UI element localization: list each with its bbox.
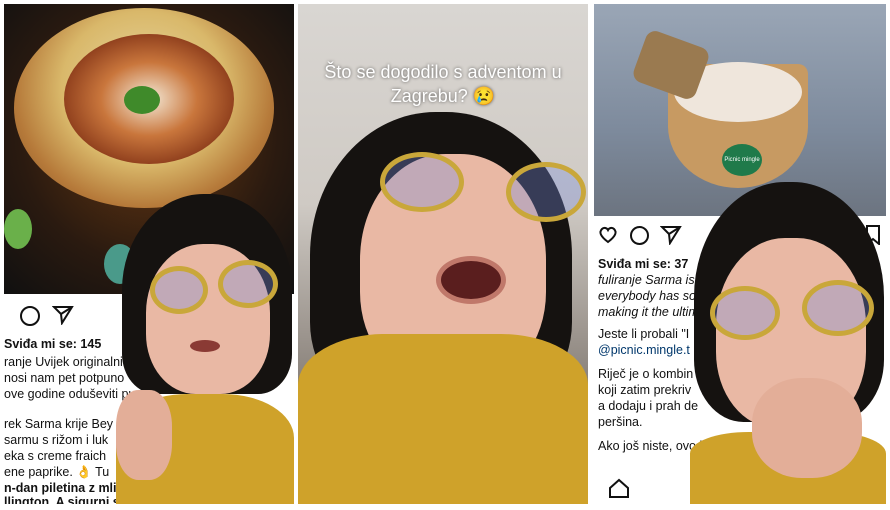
body-line-6: peršina. [598,415,643,429]
person-overlay [690,182,886,504]
body-line-4: ene paprike. 👌 Tu [4,465,110,479]
video-caption: Što se dogodilo s adventom u Zagrebu? 😢 [324,62,562,106]
right-panel: Picnic mingle Sviđa mi se: 37 fuliranje … [594,4,886,504]
likes-count: Sviđa mi se: 37 [598,257,689,271]
body-line-1: Jeste li probali "I [598,327,690,341]
glasses-right-lens [218,260,278,308]
left-panel: Sviđa mi se: 145 ranje Uvijek originalni… [4,4,294,504]
herb-garnish [124,86,160,114]
mention-link[interactable]: @picnic.mingle.t [598,342,690,358]
caption-line-2: nosi nam pet potpuno [4,371,125,385]
person-overlay [116,194,294,504]
cup-label-text: Picnic mingle [724,157,760,163]
glasses-left-lens [380,152,464,212]
body-line-1: rek Sarma krije Bey [4,417,114,431]
open-mouth [436,256,506,304]
comment-icon[interactable] [20,306,40,326]
share-icon[interactable] [52,305,74,325]
home-icon[interactable] [608,478,630,498]
share-icon[interactable] [660,225,682,245]
glasses-right-lens [506,162,586,222]
body-line-4: koji zatim prekriv [598,383,692,397]
likes-count: Sviđa mi se: 145 [4,337,102,351]
glasses-left-lens [150,266,208,314]
body-line-3: Riječ je o kombin [598,367,694,381]
glasses-left-lens [710,286,780,340]
heart-icon[interactable] [598,226,618,244]
comment-icon[interactable] [630,226,649,245]
body-line-3: eka s creme fraich [4,449,107,463]
body-line-5: a dodaju i prah de [598,399,699,413]
caption-line-1: ranje Uvijek originalni [4,355,123,369]
green-ornament [4,209,32,249]
body-line-2: sarmu s rižom i luk [4,433,109,447]
sweater [298,334,588,504]
center-panel: Što se dogodilo s adventom u Zagrebu? 😢 [298,4,588,504]
mouth [190,340,220,352]
glasses-right-lens [802,280,874,336]
hand [752,378,862,478]
cup-label: Picnic mingle [722,144,762,176]
hand [116,390,172,480]
